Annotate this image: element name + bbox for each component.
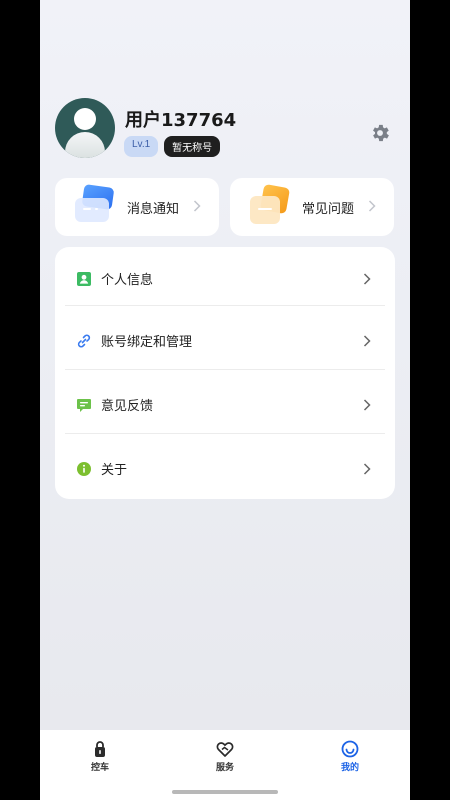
- tab-label: 服务: [215, 763, 234, 773]
- person-info-icon: [77, 272, 91, 286]
- tab-car-control[interactable]: 控车: [70, 740, 130, 773]
- card-label: 消息通知: [127, 202, 180, 217]
- menu-item-label: 关于: [101, 463, 128, 478]
- bottom-tab-bar: 控车 服务 我的: [40, 730, 410, 800]
- title-badge: 暂无称号: [164, 136, 221, 157]
- tab-label: 控车: [90, 763, 109, 773]
- profile-header: 用户137764 Lv.1 暂无称号: [55, 98, 395, 158]
- tab-label: 我的: [340, 763, 359, 773]
- menu-item-label: 个人信息: [101, 273, 154, 288]
- menu-item-feedback[interactable]: 意见反馈: [55, 373, 395, 437]
- tab-service[interactable]: 服务: [195, 740, 255, 773]
- faq-card[interactable]: 常见问题: [230, 178, 394, 236]
- quick-cards: 消息通知 常见问题: [55, 178, 395, 236]
- settings-menu: 个人信息 账号绑定和管理 意见反馈 关于: [55, 247, 395, 499]
- divider: [65, 369, 385, 370]
- message-card-icon: [75, 184, 114, 222]
- menu-item-account-binding[interactable]: 账号绑定和管理: [55, 309, 395, 373]
- menu-item-personal-info[interactable]: 个人信息: [55, 247, 395, 311]
- username: 用户137764: [125, 110, 237, 131]
- car-control-icon: [95, 741, 105, 757]
- divider: [65, 433, 385, 434]
- menu-item-label: 账号绑定和管理: [101, 335, 193, 350]
- message-notification-card[interactable]: 消息通知: [55, 178, 219, 236]
- tab-mine[interactable]: 我的: [320, 740, 380, 773]
- gear-icon[interactable]: [369, 122, 391, 144]
- phone-screen: 用户137764 Lv.1 暂无称号 消息通知 常见问题 个人信息 账号绑定和管…: [40, 0, 410, 800]
- chevron-right-icon: [363, 335, 371, 347]
- chevron-right-icon: [363, 399, 371, 411]
- profile-badges: Lv.1 暂无称号: [124, 136, 221, 157]
- menu-item-about[interactable]: 关于: [55, 437, 395, 499]
- info-icon: [77, 462, 91, 476]
- faq-card-icon: [250, 184, 290, 224]
- service-icon: [216, 742, 234, 757]
- card-label: 常见问题: [302, 202, 355, 217]
- chevron-right-icon: [368, 200, 376, 212]
- link-icon: [77, 334, 91, 348]
- level-badge: Lv.1: [124, 136, 159, 157]
- divider: [65, 305, 385, 306]
- avatar[interactable]: [55, 98, 115, 158]
- chevron-right-icon: [363, 463, 371, 475]
- chevron-right-icon: [363, 273, 371, 285]
- smile-icon: [341, 740, 359, 758]
- feedback-icon: [77, 399, 91, 412]
- chevron-right-icon: [193, 200, 201, 212]
- menu-item-label: 意见反馈: [101, 399, 154, 414]
- home-indicator[interactable]: [172, 790, 278, 794]
